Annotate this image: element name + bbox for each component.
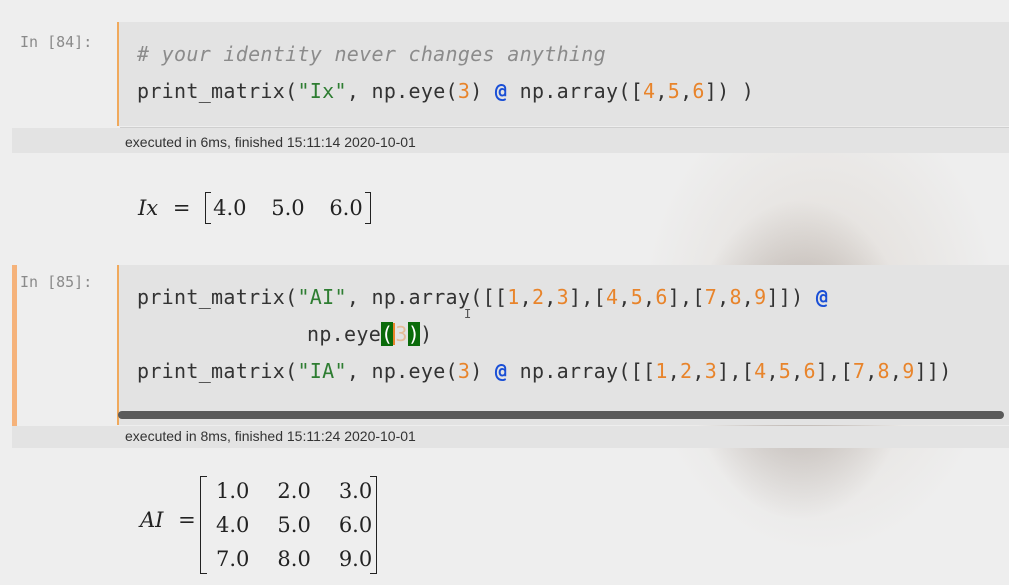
code-token: , np.eye( — [346, 79, 458, 103]
matrix-entry: 1.0 — [216, 479, 250, 503]
code-token: np.array([[ — [507, 359, 656, 383]
matrix-entry: 2.0 — [277, 479, 311, 503]
code-number: 3 — [395, 322, 408, 346]
code-token: ) — [470, 359, 495, 383]
code-string: "Ix" — [297, 79, 347, 103]
bracket-match-highlight: ( — [381, 322, 394, 346]
horizontal-scrollbar[interactable] — [118, 411, 1004, 419]
code-number: 1 — [655, 359, 668, 383]
matrix-entry: 4.0 — [216, 513, 250, 537]
code-token: , np.eye( — [346, 359, 458, 383]
matrix-entry: 9.0 — [338, 547, 373, 571]
vector-entry: 4.0 — [213, 196, 247, 220]
matrix-row: 7.0 8.0 9.0 — [202, 542, 386, 576]
code-token: print_matrix( — [137, 79, 298, 103]
vector-entry: 6.0 — [329, 196, 363, 220]
code-editor[interactable]: # your identity never changes anything p… — [117, 22, 1009, 126]
code-number: 5 — [778, 359, 792, 383]
matrix-entry: 8.0 — [277, 547, 311, 571]
code-token: , — [680, 79, 693, 103]
code-token: , np.array([[ — [346, 285, 508, 309]
code-line: print_matrix("IA", np.eye(3) @ np.array(… — [137, 359, 952, 383]
right-bracket — [370, 476, 377, 574]
input-prompt: In [85]: — [20, 273, 93, 291]
execution-info: executed in 8ms, finished 15:11:24 2020-… — [125, 428, 416, 444]
code-number: 2 — [680, 359, 693, 383]
code-token: print_matrix( — [137, 285, 298, 309]
code-number: 3 — [704, 359, 718, 383]
code-token: ) — [420, 322, 433, 346]
matrix-entry: 5.0 — [277, 513, 311, 537]
output-matrix: 1.0 2.0 3.0 4.0 5.0 6.0 7.0 8.0 9.0 — [200, 474, 386, 576]
code-string: "IA" — [297, 359, 347, 383]
code-operator: @ — [815, 285, 829, 309]
code-number: 6 — [655, 285, 668, 309]
code-number: 4 — [606, 285, 619, 309]
code-number: 9 — [754, 285, 767, 309]
notebook-page: In [84]: # your identity never changes a… — [0, 0, 1009, 585]
code-number: 6 — [692, 79, 705, 103]
text-cursor-icon: I — [464, 307, 472, 321]
execution-info: executed in 6ms, finished 15:11:14 2020-… — [125, 134, 416, 150]
code-comment: # your identity never changes anything — [137, 42, 606, 66]
left-bracket — [205, 192, 212, 224]
code-number: 6 — [803, 359, 816, 383]
code-token: ]]) — [914, 359, 952, 383]
code-line: print_matrix("Ix", np.eye(3) @ np.array(… — [137, 79, 754, 103]
code-line: np.eye(3)) — [307, 322, 432, 346]
output-lhs: AI — [140, 508, 164, 532]
matrix-entry: 6.0 — [338, 513, 373, 537]
code-string: "AI" — [297, 285, 347, 309]
code-number: 3 — [457, 359, 471, 383]
output-equals: = — [172, 196, 191, 220]
matrix-row: 1.0 2.0 3.0 — [202, 474, 386, 508]
code-token: print_matrix( — [137, 359, 298, 383]
code-number: 8 — [729, 285, 742, 309]
matrix-entry: 3.0 — [338, 479, 373, 503]
code-number: 5 — [667, 79, 681, 103]
input-prompt: In [84]: — [20, 33, 93, 51]
code-number: 3 — [556, 285, 569, 309]
output-lhs-group: AI = — [140, 508, 196, 532]
matrix-row: 4.0 5.0 6.0 — [202, 508, 386, 542]
cell-selection-bar — [12, 265, 17, 448]
code-operator: @ — [494, 79, 508, 103]
code-number: 5 — [630, 285, 644, 309]
code-number: 9 — [902, 359, 915, 383]
code-number: 1 — [507, 285, 520, 309]
code-line: print_matrix("AI", np.array([[1,2,3],[4,… — [137, 285, 829, 309]
code-operator: @ — [494, 359, 508, 383]
code-line: # your identity never changes anything — [137, 42, 606, 66]
code-number: 3 — [457, 79, 471, 103]
code-number: 4 — [643, 79, 656, 103]
output-equals: = — [178, 508, 196, 532]
code-number: 2 — [531, 285, 545, 309]
output-lhs: Ix — [138, 196, 159, 220]
code-number: 8 — [877, 359, 890, 383]
bracket-match-highlight: ) — [407, 322, 421, 346]
code-number: 4 — [754, 359, 767, 383]
code-token: ]) ) — [704, 79, 755, 103]
output-vector: 4.0 5.0 6.0 — [205, 192, 371, 224]
code-editor[interactable]: print_matrix("AI", np.array([[1,2,3],[4,… — [117, 265, 1009, 425]
code-number: 7 — [704, 285, 718, 309]
code-token: , — [655, 79, 668, 103]
matrix-table: 1.0 2.0 3.0 4.0 5.0 6.0 7.0 8.0 9.0 — [202, 474, 386, 576]
code-number: 7 — [852, 359, 866, 383]
matrix-entry: 7.0 — [216, 547, 250, 571]
vector-entry: 5.0 — [271, 196, 305, 220]
output-equation: Ix = 4.0 5.0 6.0 — [138, 192, 371, 224]
right-bracket — [364, 192, 371, 224]
code-token: np.array([ — [507, 79, 644, 103]
code-token: ) — [470, 79, 495, 103]
left-bracket — [200, 476, 207, 574]
code-token: np.eye — [307, 322, 382, 346]
